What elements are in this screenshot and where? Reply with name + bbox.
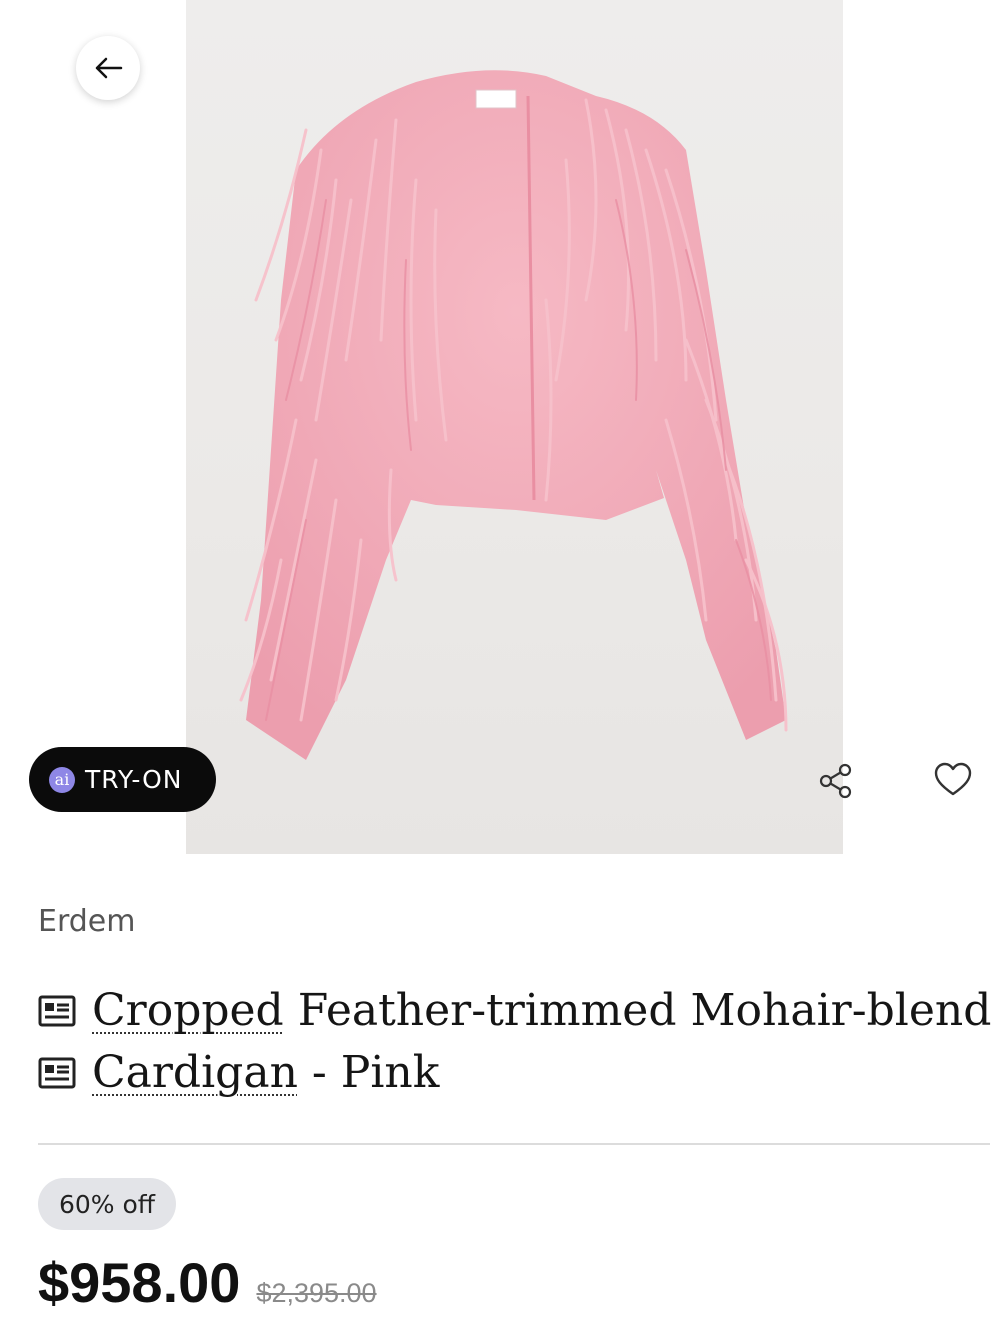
- title-text: Feather-trimmed Mohair-blend: [283, 985, 992, 1036]
- current-price: $958.00: [38, 1251, 241, 1314]
- arrow-left-icon: [95, 57, 123, 79]
- try-on-button[interactable]: ai TRY-ON: [29, 747, 216, 812]
- product-title-line: Cardigan - Pink: [38, 1042, 978, 1104]
- share-icon: [819, 763, 852, 799]
- divider: [38, 1143, 990, 1145]
- title-link-cardigan[interactable]: Cardigan: [92, 1042, 298, 1104]
- cardigan-illustration: [239, 70, 788, 760]
- document-icon[interactable]: [38, 995, 76, 1027]
- ai-badge-icon: ai: [49, 766, 75, 793]
- product-detail-page: ai TRY-ON Erdem Cropped Feather-trimmed …: [0, 0, 1000, 1333]
- document-icon[interactable]: [38, 1057, 76, 1089]
- product-title-line: Cropped Feather-trimmed Mohair-blend: [38, 980, 991, 1042]
- product-title: Cropped Feather-trimmed Mohair-blend Car…: [38, 980, 991, 1104]
- back-button[interactable]: [76, 36, 140, 100]
- original-price: $2,395.00: [256, 1278, 377, 1308]
- discount-badge: 60% off: [38, 1178, 176, 1230]
- price-row: $958.00 $2,395.00: [38, 1250, 377, 1315]
- product-image[interactable]: [186, 0, 843, 854]
- share-button[interactable]: [817, 762, 855, 800]
- title-text: - Pink: [297, 1047, 440, 1098]
- wishlist-button[interactable]: [934, 762, 972, 798]
- heart-icon: [934, 762, 972, 796]
- brand-name[interactable]: Erdem: [38, 904, 136, 939]
- try-on-label: TRY-ON: [85, 765, 183, 794]
- title-link-cropped[interactable]: Cropped: [92, 980, 284, 1042]
